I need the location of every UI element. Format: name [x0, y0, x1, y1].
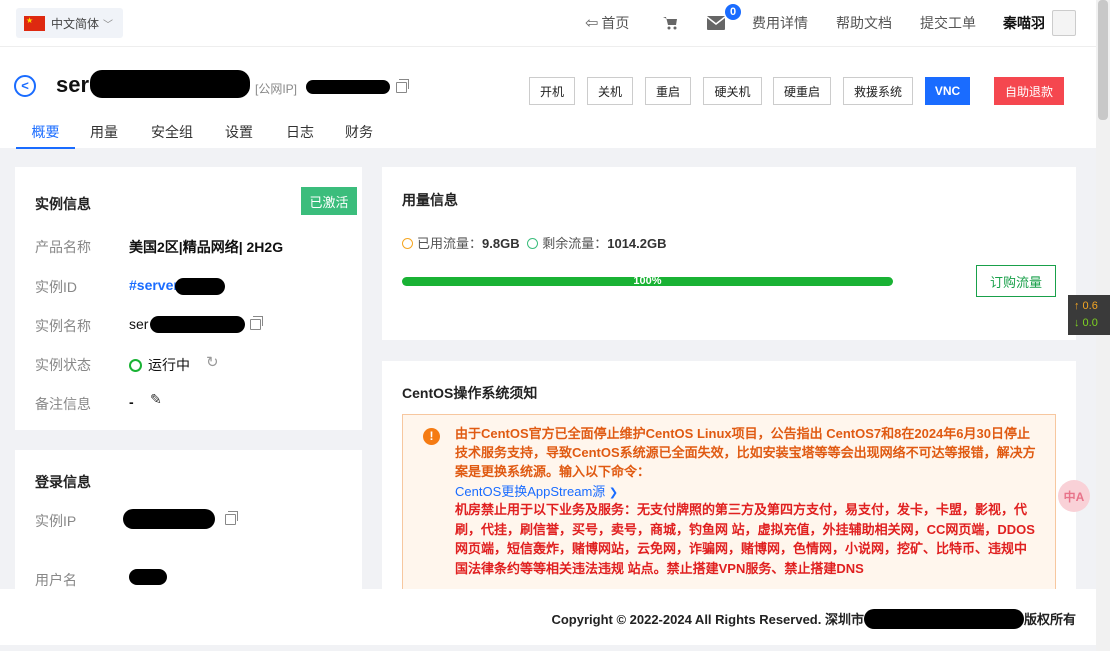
usage-legend: 已用流量：9.8GB 剩余流量：1014.2GB	[402, 233, 667, 252]
instance-name-value: ser	[129, 316, 149, 332]
translate-button[interactable]: 中A	[1058, 480, 1090, 512]
notice-link-label: CentOS更换AppStream源	[455, 484, 606, 499]
tab-security-group[interactable]: 安全组	[151, 122, 193, 149]
power-off-button[interactable]: 关机	[587, 77, 633, 105]
instance-info-card: 实例信息 已激活 产品名称 美国2区|精品网络| 2H2G 实例ID #serv…	[15, 167, 362, 430]
scrollbar-thumb[interactable]	[1098, 0, 1108, 120]
used-value: 9.8GB	[482, 236, 520, 251]
progress-text: 100%	[633, 277, 662, 286]
copy-icon[interactable]	[225, 511, 238, 525]
note-value: -	[129, 394, 134, 410]
tab-logs[interactable]: 日志	[286, 122, 314, 149]
remain-legend-icon	[527, 238, 539, 249]
top-navbar: 中文简体 ﹀ ⇦ 首页 0 费用详情 帮助文档 提交工单 秦喵羽	[0, 0, 1096, 46]
prohibited-services-text: 机房禁止用于以下业务及服务：无支付牌照的第三方及第四方支付，易支付，发卡，卡盟，…	[455, 502, 1035, 576]
avatar[interactable]	[1052, 10, 1076, 36]
centos-notice-card: CentOS操作系统须知 ! 由于CentOS官方已全面停止维护CentOS L…	[382, 361, 1076, 594]
messages-badge: 0	[725, 4, 741, 20]
notice-box: ! 由于CentOS官方已全面停止维护CentOS Linux项目，公告指出 C…	[402, 414, 1056, 594]
tab-usage[interactable]: 用量	[90, 122, 118, 149]
usage-info-card: 用量信息 已用流量：9.8GB 剩余流量：1014.2GB 100% 订购流量	[382, 167, 1076, 340]
footer-copyright: Copyright © 2022-2024 All Rights Reserve…	[551, 609, 1076, 629]
product-label: 产品名称	[35, 239, 91, 255]
warning-icon: !	[423, 428, 440, 445]
language-label: 中文简体	[51, 16, 100, 31]
footer: Copyright © 2022-2024 All Rights Reserve…	[0, 589, 1096, 645]
user-name[interactable]: 秦喵羽	[1003, 0, 1045, 46]
nav-billing[interactable]: 费用详情	[752, 0, 808, 46]
instance-id-label: 实例ID	[35, 279, 77, 295]
running-status-icon	[129, 359, 142, 372]
redacted-company	[863, 609, 1024, 629]
centos-notice-title: CentOS操作系统须知	[402, 385, 538, 401]
back-button[interactable]: <	[14, 75, 36, 97]
messages-button[interactable]	[707, 0, 725, 46]
used-legend-icon	[402, 238, 413, 249]
redacted-ip	[306, 80, 390, 94]
remain-value: 1014.2GB	[607, 236, 667, 251]
rescue-button[interactable]: 救援系统	[843, 77, 913, 105]
cart-icon	[663, 17, 677, 30]
instance-id-value[interactable]: #server	[129, 277, 179, 293]
redacted-name	[150, 316, 245, 333]
copyright-suffix: 版权所有	[1023, 612, 1076, 627]
redacted-username	[129, 569, 167, 585]
edit-icon[interactable]: ✎	[150, 391, 162, 408]
instance-name-label: 实例名称	[35, 318, 91, 334]
tab-finance[interactable]: 财务	[345, 122, 373, 149]
used-label: 已用流量：	[417, 236, 483, 251]
remain-label: 剩余流量：	[542, 236, 608, 251]
nav-docs[interactable]: 帮助文档	[836, 0, 892, 46]
redacted-id	[175, 278, 225, 295]
speed-down: ↓ 0.0	[1074, 317, 1098, 329]
login-info-title: 登录信息	[35, 474, 91, 490]
note-label: 备注信息	[35, 396, 91, 412]
language-selector[interactable]: 中文简体 ﹀	[16, 8, 123, 38]
page-header: < ser [公网IP] 开机 关机 重启 硬关机 硬重启 救援系统 VNC 自…	[0, 46, 1096, 149]
page-title: ser	[56, 72, 90, 97]
refresh-icon[interactable]: ↻	[206, 353, 219, 371]
arrow-left-icon: <	[21, 78, 29, 93]
restart-button[interactable]: 重启	[645, 77, 691, 105]
copy-icon[interactable]	[250, 316, 263, 330]
copy-icon[interactable]	[396, 79, 409, 93]
chevron-right-icon: ❯	[608, 487, 619, 499]
ip-tag: [公网IP]	[255, 82, 298, 96]
tab-settings[interactable]: 设置	[225, 122, 253, 149]
refund-button[interactable]: 自助退款	[994, 77, 1064, 105]
redacted-title	[90, 70, 250, 98]
nav-home-label: 首页	[601, 15, 630, 31]
china-flag-icon	[24, 15, 45, 31]
speed-up: ↑ 0.6	[1074, 300, 1098, 312]
instance-info-title: 实例信息	[35, 196, 91, 212]
instance-state: 运行中	[129, 355, 190, 375]
username-label: 用户名	[35, 572, 77, 588]
centos-appstream-link[interactable]: CentOS更换AppStream源 ❯	[455, 481, 618, 500]
buy-traffic-button[interactable]: 订购流量	[976, 265, 1056, 297]
nav-ticket[interactable]: 提交工单	[920, 0, 976, 46]
chevron-down-icon: ﹀	[103, 19, 114, 31]
instance-ip-label: 实例IP	[35, 513, 77, 529]
status-badge: 已激活	[301, 187, 357, 215]
vnc-button[interactable]: VNC	[925, 77, 970, 105]
notice-text: 由于CentOS官方已全面停止维护CentOS Linux项目，公告指出 Cen…	[455, 426, 1036, 479]
usage-info-title: 用量信息	[402, 192, 458, 208]
mail-icon	[707, 16, 725, 30]
hard-restart-button[interactable]: 硬重启	[773, 77, 831, 105]
copyright-text: Copyright © 2022-2024 All Rights Reserve…	[551, 612, 864, 627]
instance-state-label: 实例状态	[35, 357, 91, 373]
product-value: 美国2区|精品网络| 2H2G	[129, 239, 284, 255]
back-arrow-icon: ⇦	[585, 15, 599, 32]
login-info-card: 登录信息 实例IP 用户名	[15, 450, 362, 590]
traffic-progress-bar: 100%	[402, 277, 893, 286]
redacted-instance-ip	[123, 509, 215, 529]
cart-button[interactable]	[662, 0, 678, 46]
hard-off-button[interactable]: 硬关机	[703, 77, 762, 105]
tab-overview[interactable]: 概要	[16, 122, 75, 149]
instance-state-value: 运行中	[148, 357, 190, 373]
nav-home[interactable]: ⇦ 首页	[585, 0, 629, 46]
network-speed-widget: ↑ 0.6 ↓ 0.0	[1068, 295, 1110, 335]
power-on-button[interactable]: 开机	[529, 77, 575, 105]
